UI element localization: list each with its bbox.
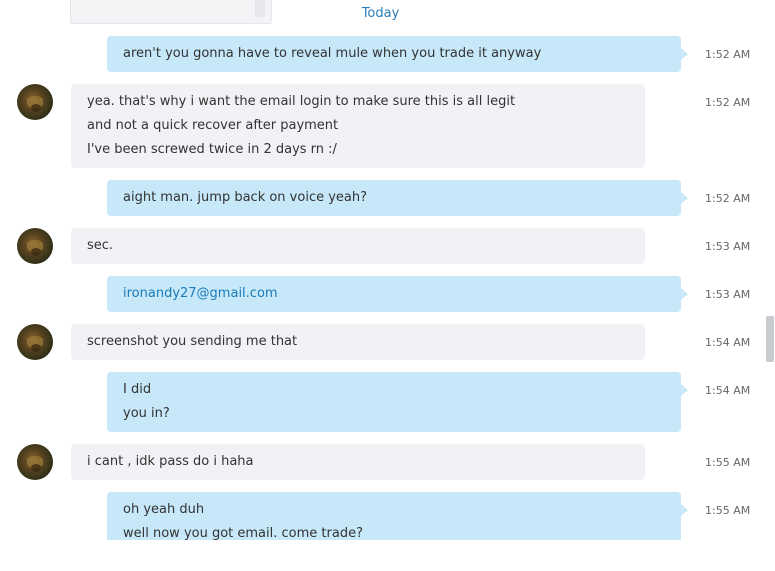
incoming-message-bubble[interactable]: screenshot you sending me that [71,324,645,360]
incoming-message-bubble[interactable]: i cant , idk pass do i haha [71,444,645,480]
avatar[interactable] [17,444,53,480]
outgoing-message-bubble[interactable]: aren't you gonna have to reveal mule whe… [107,36,688,72]
outgoing-message-bubble[interactable]: I did you in? [107,372,688,432]
message-timestamp: 1:55 AM [705,504,751,517]
email-link[interactable]: ironandy27@gmail.com [123,282,665,306]
message-text: aight man. jump back on voice yeah? [123,190,368,205]
date-divider: Today [361,6,400,21]
message-text: aren't you gonna have to reveal mule whe… [123,46,542,61]
message-timestamp: 1:55 AM [705,456,751,469]
message-text: sec. [87,238,114,253]
message-text: screenshot you sending me that [87,334,298,349]
message-text: and not a quick recover after payment [87,118,339,133]
message-text: I did [123,382,152,397]
message-text: i cant , idk pass do i haha [87,454,254,469]
incoming-message-bubble[interactable]: yea. that's why i want the email login t… [71,84,645,168]
avatar[interactable] [17,228,53,264]
scrollbar-thumb[interactable] [766,316,774,362]
message-text: yea. that's why i want the email login t… [87,94,516,109]
message-text: you in? [123,406,170,421]
message-text: well now you got email. come trade? [123,526,363,540]
message-timestamp: 1:52 AM [705,48,751,61]
message-text: oh yeah duh [123,502,205,517]
message-timestamp: 1:53 AM [705,288,751,301]
message-timestamp: 1:53 AM [705,240,751,253]
message-timestamp: 1:52 AM [705,96,751,109]
outgoing-message-bubble[interactable]: oh yeah duh well now you got email. come… [107,492,688,540]
message-timestamp: 1:54 AM [705,384,751,397]
message-timestamp: 1:52 AM [705,192,751,205]
scrollbar[interactable] [762,0,775,540]
avatar[interactable] [17,324,53,360]
incoming-message-bubble[interactable]: sec. [71,228,645,264]
outgoing-message-bubble[interactable]: aight man. jump back on voice yeah? [107,180,688,216]
outgoing-message-bubble[interactable]: ironandy27@gmail.com [107,276,688,312]
conversation-pane[interactable]: Today aren't you gonna have to reveal mu… [0,0,761,540]
message-text: I've been screwed twice in 2 days rn :/ [87,142,337,157]
avatar[interactable] [17,84,53,120]
message-timestamp: 1:54 AM [705,336,751,349]
